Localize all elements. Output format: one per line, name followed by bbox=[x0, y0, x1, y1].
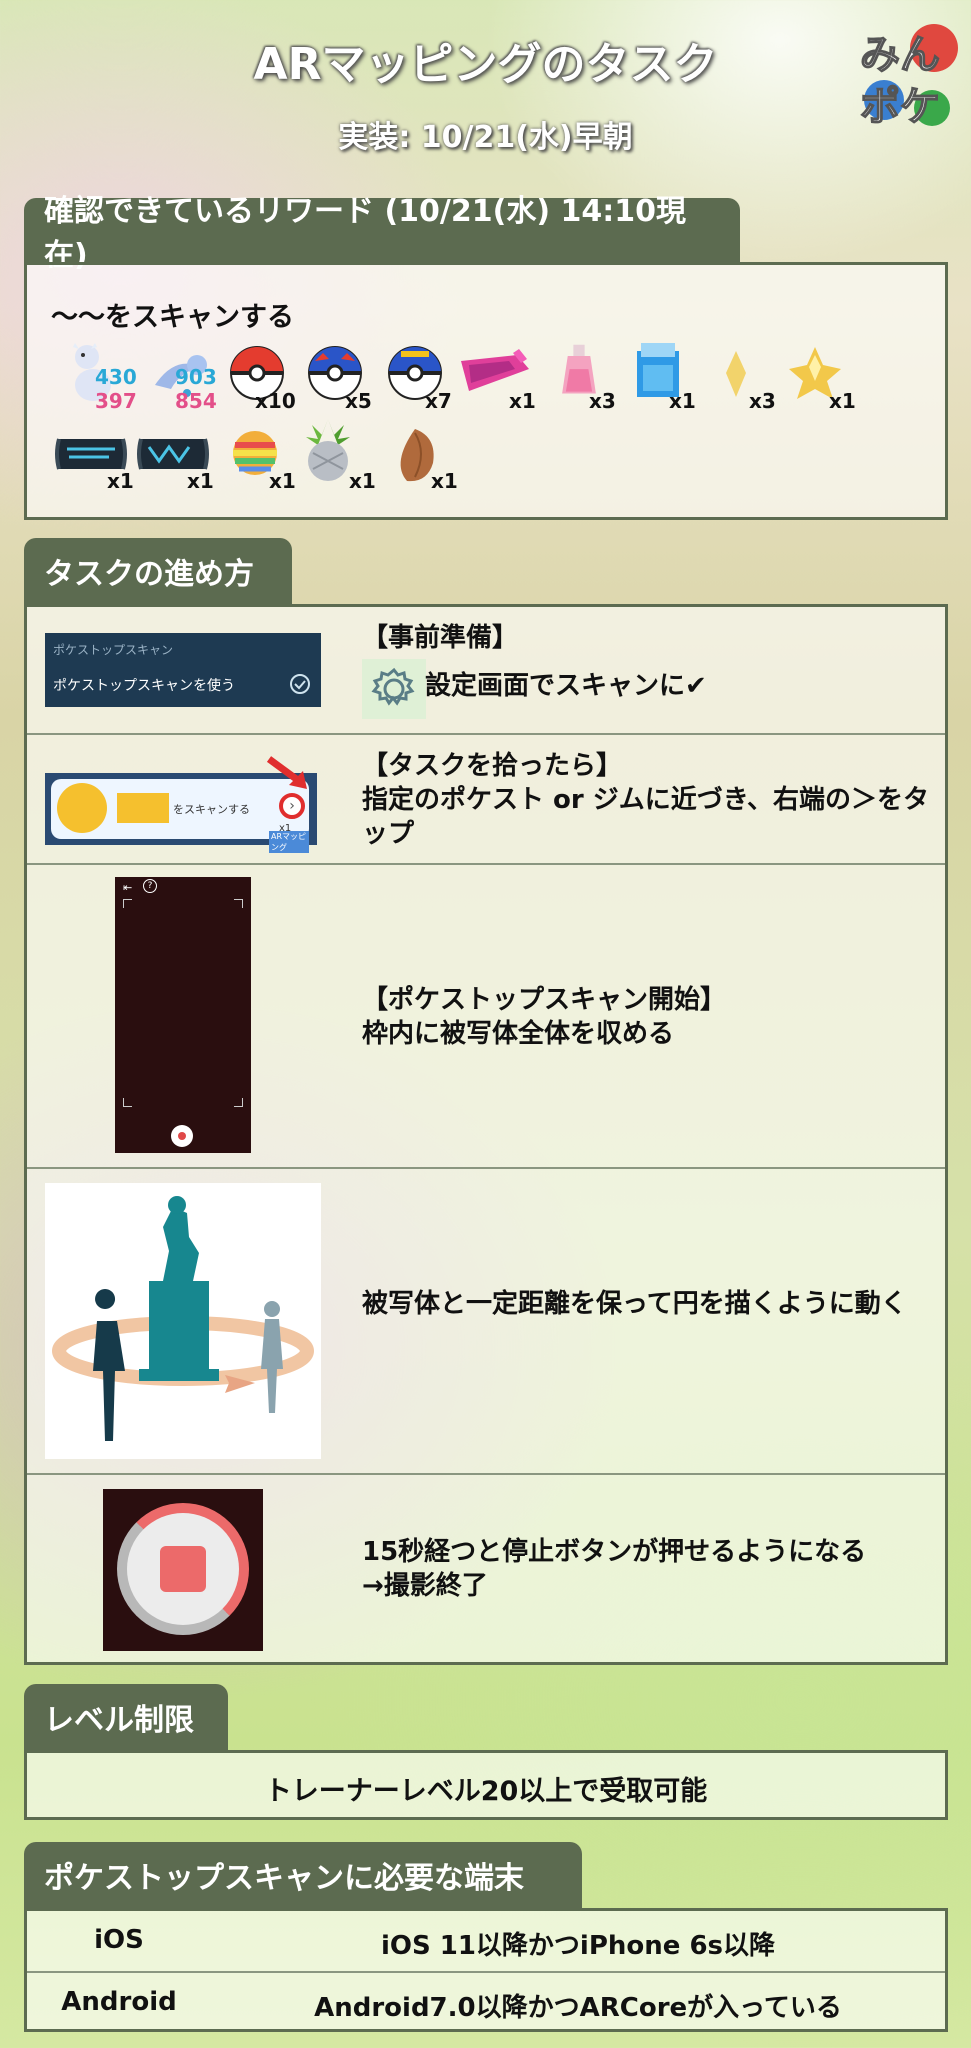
level-panel: トレーナーレベル20以上で受取可能 bbox=[24, 1750, 948, 1820]
frame-corner-tr bbox=[234, 899, 243, 908]
incubator-qty: x1 bbox=[669, 389, 696, 413]
svg-text:ポケ: ポケ bbox=[860, 84, 940, 130]
step-3-text: 枠内に被写体全体を収める bbox=[362, 1019, 675, 1049]
task-scan-text: をスキャンする bbox=[173, 803, 250, 816]
dragonair-cp-max: 903 bbox=[175, 365, 217, 389]
glacial-lure-qty: x1 bbox=[509, 389, 536, 413]
stop-button[interactable] bbox=[117, 1503, 249, 1635]
ar-mapping-badge: ARマッピング bbox=[269, 831, 309, 853]
record-dot-icon bbox=[178, 1132, 186, 1140]
dragonair-cp-min: 854 bbox=[175, 389, 217, 413]
tm-charged-qty: x1 bbox=[187, 469, 214, 493]
task-chevron-button[interactable]: › bbox=[279, 793, 305, 819]
task-section-title: タスクの進め方 bbox=[44, 557, 254, 592]
minpoke-logo: みん ポケ bbox=[859, 24, 958, 131]
exit-icon[interactable]: ⇤ bbox=[123, 881, 132, 894]
task-placeholder-box bbox=[117, 793, 169, 823]
step-5-text: 15秒経つと停止ボタンが押せるようになる bbox=[362, 1537, 867, 1567]
step-row-4: 被写体と一定距離を保って円を描くように動く bbox=[27, 1167, 945, 1475]
star-piece-qty: x1 bbox=[829, 389, 856, 413]
step-row-3: ⇤ ? 【ポケストップスキャン開始】 枠内に被写体全体を収める bbox=[27, 863, 945, 1169]
step-row-1: ポケストップスキャン ポケストップスキャンを使う 【事前準備】 設定画面でスキャ… bbox=[27, 607, 945, 733]
stardust-qty: x3 bbox=[749, 389, 776, 413]
scan-camera-screenshot: ⇤ ? bbox=[115, 877, 251, 1153]
checkmark-circle-icon bbox=[290, 674, 310, 694]
stop-button-screenshot bbox=[103, 1489, 263, 1651]
settings-gear-icon bbox=[362, 659, 426, 719]
dratini-cp-min: 397 bbox=[95, 389, 137, 413]
level-requirement-text: トレーナーレベル20以上で受取可能 bbox=[264, 1776, 708, 1807]
rewards-panel: 〜〜をスキャンする 430 397 903 854 x10 x5 x7 x1 x… bbox=[24, 262, 948, 520]
step-1-text: 設定画面でスキャンに✔ bbox=[425, 671, 707, 701]
step-4-text: 被写体と一定距離を保って円を描くように動く bbox=[362, 1289, 907, 1319]
frame-corner-tl bbox=[123, 899, 132, 908]
device-os-label: Android bbox=[61, 1987, 177, 2017]
task-avatar bbox=[57, 783, 107, 833]
frame-corner-br bbox=[234, 1098, 243, 1107]
step-5-result: →撮影終了 bbox=[362, 1571, 488, 1601]
device-section-tab: ポケストップスキャンに必要な端末 bbox=[24, 1842, 582, 1908]
dratini-cp-max: 430 bbox=[95, 365, 137, 389]
nanab-berry-qty: x1 bbox=[431, 469, 458, 493]
rewards-section-tab: 確認できているリワード (10/21(水) 14:10現在) bbox=[24, 194, 740, 273]
tm-fast-qty: x1 bbox=[107, 469, 134, 493]
task-steps-panel: ポケストップスキャン ポケストップスキャンを使う 【事前準備】 設定画面でスキャ… bbox=[24, 604, 948, 1665]
step-2-title: 【タスクを拾ったら】 bbox=[362, 751, 623, 781]
red-arrow-icon bbox=[266, 756, 307, 789]
silver-pinap-qty: x1 bbox=[349, 469, 376, 493]
stop-square-icon bbox=[160, 1546, 206, 1592]
record-button[interactable] bbox=[171, 1125, 193, 1147]
step-row-5: 15秒経つと停止ボタンが押せるようになる →撮影終了 bbox=[27, 1473, 945, 1670]
device-row-ios: iOS iOS 11以降かつiPhone 6s以降 bbox=[27, 1911, 945, 1971]
help-icon[interactable]: ? bbox=[143, 879, 157, 893]
device-requirement: Android7.0以降かつARCoreが入っている bbox=[314, 1993, 842, 2023]
scan-movement-illustration bbox=[45, 1183, 321, 1459]
step-1-title: 【事前準備】 bbox=[362, 623, 519, 653]
great-ball-qty: x5 bbox=[345, 389, 372, 413]
rare-candy-qty: x1 bbox=[269, 469, 296, 493]
device-row-android: Android Android7.0以降かつARCoreが入っている bbox=[27, 1971, 945, 2033]
rewards-section-title: 確認できているリワード (10/21(水) 14:10現在) bbox=[44, 194, 686, 273]
ultra-ball-qty: x7 bbox=[425, 389, 452, 413]
svg-text:みん: みん bbox=[860, 32, 940, 78]
device-section-title: ポケストップスキャンに必要な端末 bbox=[44, 1861, 524, 1896]
release-date: 実装: 10/21(水)早朝 bbox=[338, 120, 633, 155]
poke-ball-qty: x10 bbox=[255, 389, 296, 413]
step-row-2: をスキャンする x1 ARマッピング › 【タスクを拾ったら】 指定のポケスト … bbox=[27, 733, 945, 865]
page-title: ARマッピングのタスク bbox=[253, 39, 718, 90]
settings-screenshot: ポケストップスキャン ポケストップスキャンを使う bbox=[45, 633, 321, 707]
screenshot-header-text: ポケストップスキャン bbox=[53, 643, 174, 657]
device-os-label: iOS bbox=[94, 1925, 144, 1955]
potion-qty: x3 bbox=[589, 389, 616, 413]
device-table: iOS iOS 11以降かつiPhone 6s以降 Android Androi… bbox=[24, 1908, 948, 2032]
frame-corner-bl bbox=[123, 1098, 132, 1107]
screenshot-item-text: ポケストップスキャンを使う bbox=[53, 678, 235, 694]
step-3-title: 【ポケストップスキャン開始】 bbox=[362, 985, 727, 1015]
level-section-tab: レベル制限 bbox=[24, 1684, 228, 1750]
level-section-title: レベル制限 bbox=[44, 1703, 194, 1738]
device-requirement: iOS 11以降かつiPhone 6s以降 bbox=[380, 1931, 776, 1961]
step-2-text: 指定のポケスト or ジムに近づき、右端の＞をタップ bbox=[362, 785, 929, 849]
scan-task-text: 〜〜をスキャンする bbox=[51, 302, 294, 333]
task-section-tab: タスクの進め方 bbox=[24, 538, 292, 604]
